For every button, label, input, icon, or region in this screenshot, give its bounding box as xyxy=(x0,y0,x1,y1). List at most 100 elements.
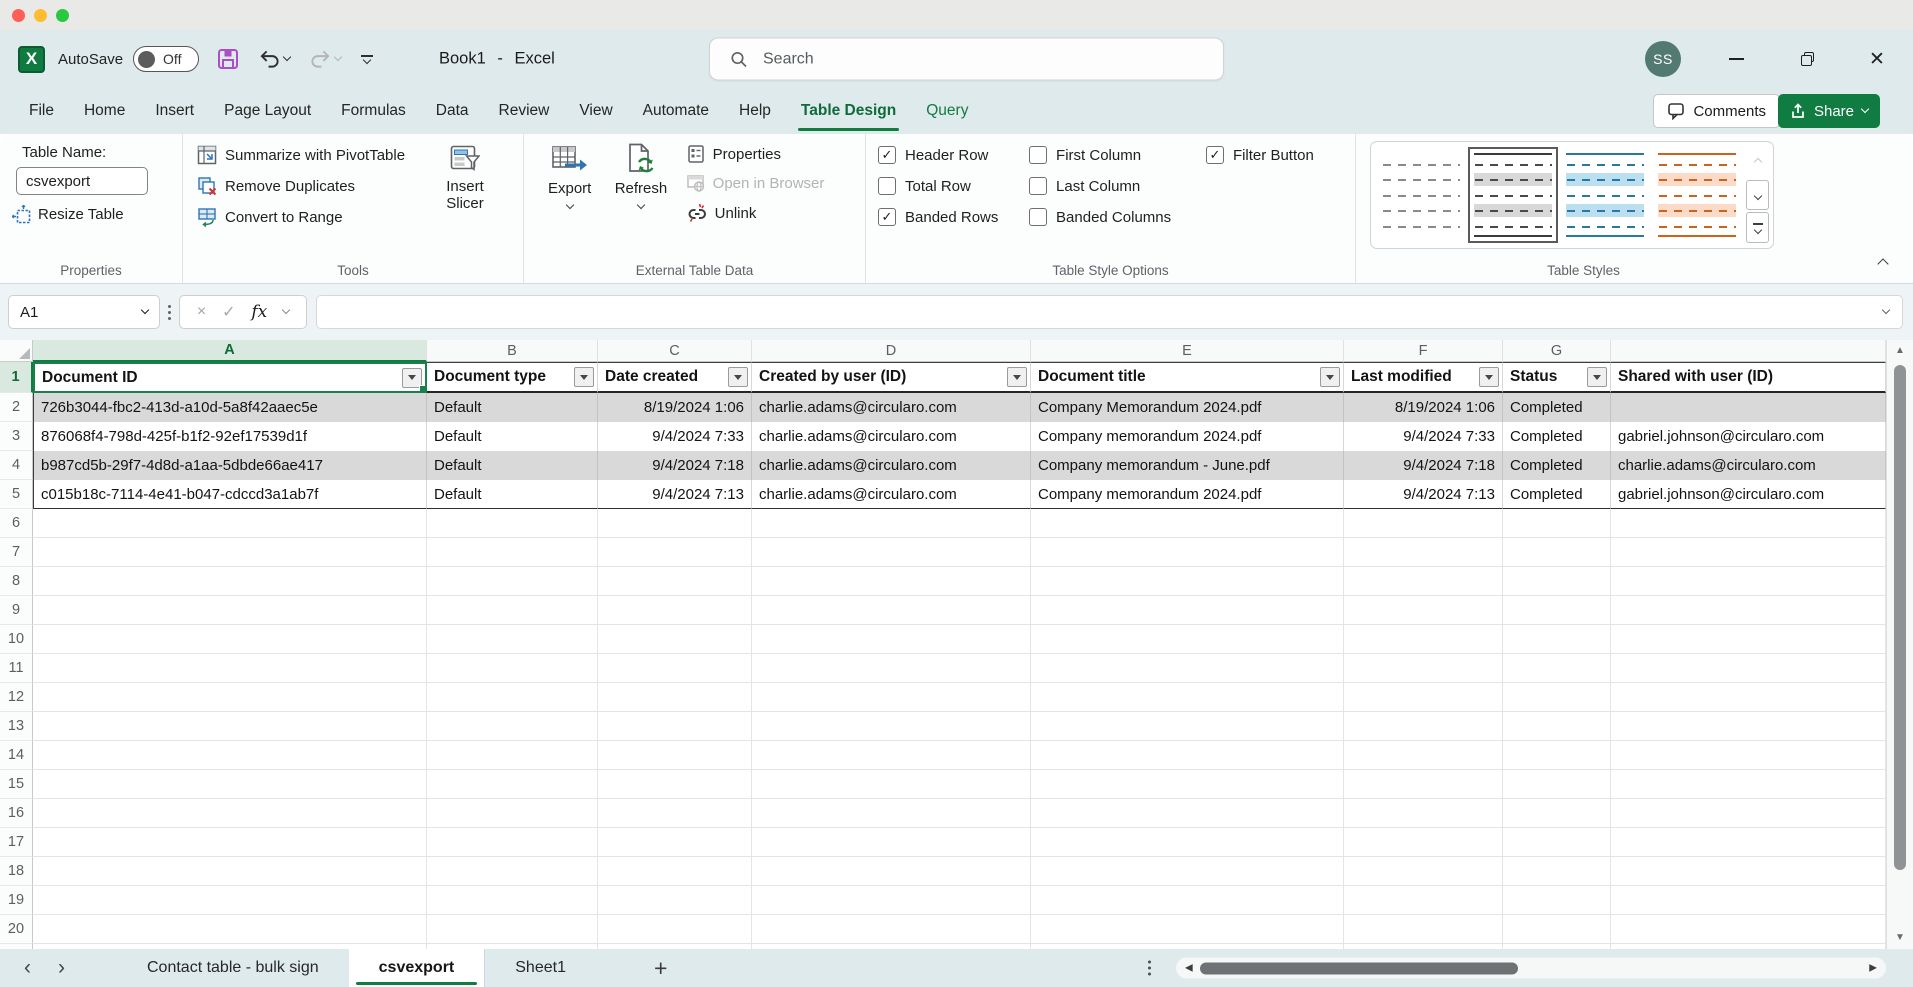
cell-E12[interactable] xyxy=(1031,683,1344,712)
horizontal-scrollbar-thumb[interactable] xyxy=(1200,962,1518,974)
cell-G2[interactable]: Completed xyxy=(1503,393,1611,422)
cell-F9[interactable] xyxy=(1344,596,1503,625)
cell-h18[interactable] xyxy=(1611,857,1886,886)
cell-G13[interactable] xyxy=(1503,712,1611,741)
filter-button-date-created[interactable] xyxy=(728,367,748,387)
sheet-tab-sheet1[interactable]: Sheet1 xyxy=(484,949,596,987)
cell-B10[interactable] xyxy=(427,625,598,654)
cell-B14[interactable] xyxy=(427,741,598,770)
filter-button-created-by-user-id[interactable] xyxy=(1007,367,1027,387)
cell-F4[interactable]: 9/4/2024 7:18 xyxy=(1344,451,1503,480)
checkbox-box-icon[interactable]: ✓ xyxy=(878,146,896,164)
cell-E10[interactable] xyxy=(1031,625,1344,654)
mac-close-button[interactable] xyxy=(12,9,25,22)
checkbox-banded-rows[interactable]: ✓Banded Rows xyxy=(878,208,1029,226)
filter-button-last-modified[interactable] xyxy=(1479,367,1499,387)
column-header-c[interactable]: C xyxy=(598,340,752,362)
column-header-g[interactable]: G xyxy=(1503,340,1611,362)
cell-C19[interactable] xyxy=(598,886,752,915)
cell-B4[interactable]: Default xyxy=(427,451,598,480)
cell-h8[interactable] xyxy=(1611,567,1886,596)
insert-slicer-button[interactable]: Insert Slicer xyxy=(429,143,501,227)
cell-E2[interactable]: Company Memorandum 2024.pdf xyxy=(1031,393,1344,422)
cell-E11[interactable] xyxy=(1031,654,1344,683)
header-cell-document-title[interactable]: Document title xyxy=(1031,362,1344,393)
cell-G12[interactable] xyxy=(1503,683,1611,712)
sheet-tab-contact-table-bulk-sign[interactable]: Contact table - bulk sign xyxy=(117,949,349,987)
row-header-8[interactable]: 8 xyxy=(0,567,33,596)
cell-h13[interactable] xyxy=(1611,712,1886,741)
table-style-blue-banded[interactable] xyxy=(1560,147,1650,243)
cell-B7[interactable] xyxy=(427,538,598,567)
ribbon-tab-review[interactable]: Review xyxy=(484,88,565,134)
cell-B11[interactable] xyxy=(427,654,598,683)
row-header-2[interactable]: 2 xyxy=(0,393,33,422)
gallery-more-button[interactable] xyxy=(1746,212,1769,243)
cell-E15[interactable] xyxy=(1031,770,1344,799)
cell-h5[interactable]: gabriel.johnson@circularo.com xyxy=(1611,480,1886,509)
vertical-scrollbar[interactable]: ▲ ▼ xyxy=(1886,340,1913,949)
row-header-11[interactable]: 11 xyxy=(0,654,33,683)
table-style-orange-banded[interactable] xyxy=(1652,147,1742,243)
cell-B13[interactable] xyxy=(427,712,598,741)
cell-D18[interactable] xyxy=(752,857,1031,886)
resize-table-button[interactable]: Resize Table xyxy=(12,205,182,224)
cell-B20[interactable] xyxy=(427,915,598,944)
cell-F14[interactable] xyxy=(1344,741,1503,770)
row-header-6[interactable]: 6 xyxy=(0,509,33,538)
row-header-17[interactable]: 17 xyxy=(0,828,33,857)
tabbar-overflow-button[interactable] xyxy=(1148,961,1151,976)
row-header-18[interactable]: 18 xyxy=(0,857,33,886)
cell-h17[interactable] xyxy=(1611,828,1886,857)
horizontal-scrollbar[interactable]: ◀ ▶ xyxy=(1176,958,1886,979)
cell-A2[interactable]: 726b3044-fbc2-413d-a10d-5a8f42aaec5e xyxy=(33,393,427,422)
cell-h3[interactable]: gabriel.johnson@circularo.com xyxy=(1611,422,1886,451)
cell-A9[interactable] xyxy=(33,596,427,625)
cell-F2[interactable]: 8/19/2024 1:06 xyxy=(1344,393,1503,422)
cell-C12[interactable] xyxy=(598,683,752,712)
cell-C18[interactable] xyxy=(598,857,752,886)
table-properties-button[interactable]: Properties xyxy=(687,145,865,163)
cell-h12[interactable] xyxy=(1611,683,1886,712)
checkbox-first-column[interactable]: First Column xyxy=(1029,146,1206,164)
cell-A13[interactable] xyxy=(33,712,427,741)
cell-A10[interactable] xyxy=(33,625,427,654)
cell-D3[interactable]: charlie.adams@circularo.com xyxy=(752,422,1031,451)
cell-D20[interactable] xyxy=(752,915,1031,944)
restore-button[interactable] xyxy=(1793,44,1823,74)
row-header-3[interactable]: 3 xyxy=(0,422,33,451)
cell-G3[interactable]: Completed xyxy=(1503,422,1611,451)
cell-D17[interactable] xyxy=(752,828,1031,857)
row-header-5[interactable]: 5 xyxy=(0,480,33,509)
header-cell-status[interactable]: Status xyxy=(1503,362,1611,393)
column-header-a[interactable]: A xyxy=(33,340,427,362)
cell-F10[interactable] xyxy=(1344,625,1503,654)
cell-G19[interactable] xyxy=(1503,886,1611,915)
checkbox-total-row[interactable]: Total Row xyxy=(878,177,1029,195)
table-style-none[interactable] xyxy=(1376,147,1466,243)
scroll-right-arrow-icon[interactable]: ▶ xyxy=(1869,963,1877,973)
cell-G11[interactable] xyxy=(1503,654,1611,683)
refresh-button[interactable]: Refresh xyxy=(605,143,676,223)
cell-D5[interactable]: charlie.adams@circularo.com xyxy=(752,480,1031,509)
cell-G4[interactable]: Completed xyxy=(1503,451,1611,480)
checkbox-box-icon[interactable]: ✓ xyxy=(1206,146,1224,164)
cell-D6[interactable] xyxy=(752,509,1031,538)
cell-h10[interactable] xyxy=(1611,625,1886,654)
cell-F15[interactable] xyxy=(1344,770,1503,799)
undo-dropdown-icon[interactable] xyxy=(283,53,291,61)
cell-A7[interactable] xyxy=(33,538,427,567)
checkbox-last-column[interactable]: Last Column xyxy=(1029,177,1206,195)
cell-A17[interactable] xyxy=(33,828,427,857)
cell-G17[interactable] xyxy=(1503,828,1611,857)
ribbon-tab-insert[interactable]: Insert xyxy=(140,88,209,134)
cell-E5[interactable]: Company memorandum 2024.pdf xyxy=(1031,480,1344,509)
convert-to-range-button[interactable]: Convert to Range xyxy=(197,207,429,227)
cell-B2[interactable]: Default xyxy=(427,393,598,422)
cell-C6[interactable] xyxy=(598,509,752,538)
cell-E20[interactable] xyxy=(1031,915,1344,944)
cell-E14[interactable] xyxy=(1031,741,1344,770)
expand-formula-bar-icon[interactable] xyxy=(1882,306,1890,314)
cell-C20[interactable] xyxy=(598,915,752,944)
cell-h20[interactable] xyxy=(1611,915,1886,944)
